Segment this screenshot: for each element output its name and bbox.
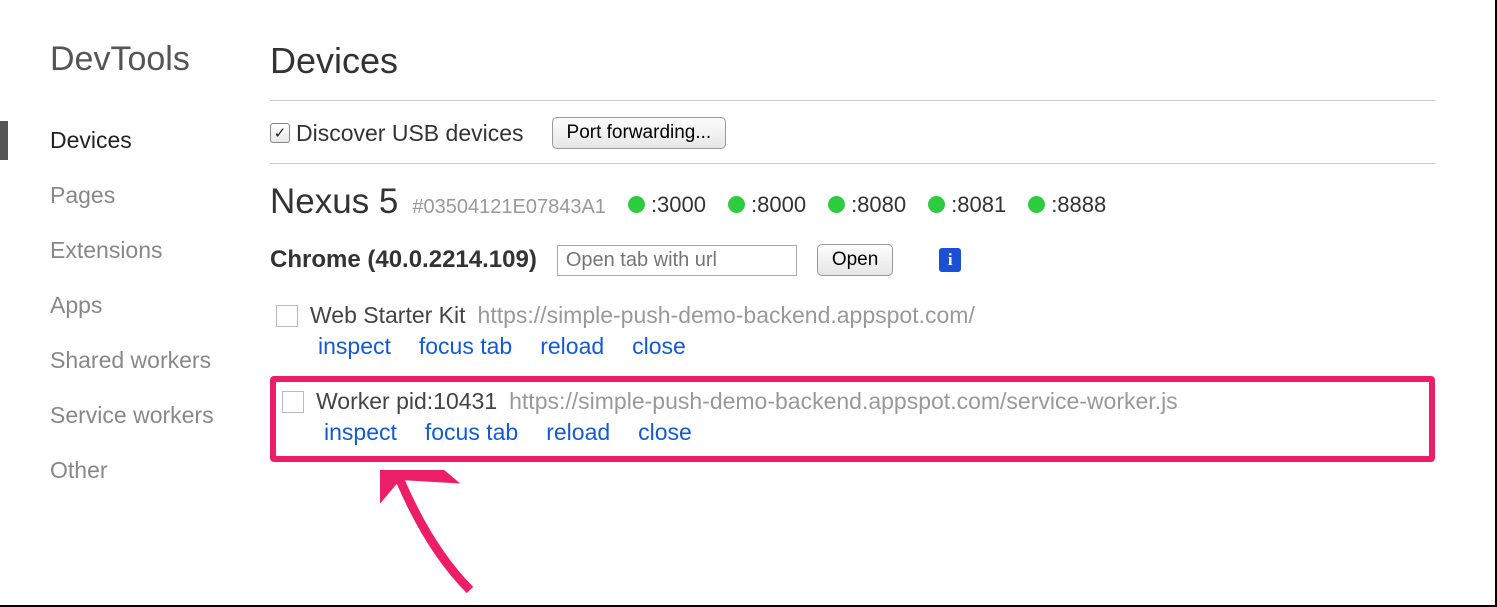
port-badge: :8081 — [928, 192, 1006, 218]
target-url: https://simple-push-demo-backend.appspot… — [509, 388, 1178, 415]
sidebar-item-extensions[interactable]: Extensions — [50, 223, 270, 278]
status-dot-icon — [1028, 196, 1045, 213]
divider — [270, 100, 1435, 101]
sidebar-item-devices[interactable]: Devices — [50, 113, 270, 168]
device-id: #03504121E07843A1 — [412, 196, 606, 219]
discover-usb-checkbox-wrap[interactable]: ✓ Discover USB devices — [270, 120, 524, 147]
status-dot-icon — [728, 196, 745, 213]
sidebar-item-service-workers[interactable]: Service workers — [50, 388, 270, 443]
checkbox-icon: ✓ — [270, 123, 290, 143]
device-name: Nexus 5 — [270, 182, 398, 222]
reload-link[interactable]: reload — [540, 333, 604, 360]
sidebar-item-shared-workers[interactable]: Shared workers — [50, 333, 270, 388]
status-dot-icon — [628, 196, 645, 213]
sidebar-item-other[interactable]: Other — [50, 443, 270, 498]
close-link[interactable]: close — [638, 419, 692, 446]
browser-label: Chrome (40.0.2214.109) — [270, 246, 537, 274]
target-title: Web Starter Kit — [310, 302, 466, 329]
open-tab-url-input[interactable] — [557, 245, 797, 276]
target-title: Worker pid:10431 — [316, 388, 497, 415]
inspect-link[interactable]: inspect — [324, 419, 397, 446]
port-badge: :8080 — [828, 192, 906, 218]
reload-link[interactable]: reload — [546, 419, 610, 446]
divider — [270, 163, 1435, 164]
open-button[interactable]: Open — [817, 244, 893, 276]
port-forwarding-button[interactable]: Port forwarding... — [552, 117, 727, 149]
focus-tab-link[interactable]: focus tab — [419, 333, 512, 360]
target-url: https://simple-push-demo-backend.appspot… — [478, 302, 975, 329]
status-dot-icon — [828, 196, 845, 213]
port-badge: :8888 — [1028, 192, 1106, 218]
sidebar-item-pages[interactable]: Pages — [50, 168, 270, 223]
app-title: DevTools — [50, 40, 270, 79]
port-badge: :8000 — [728, 192, 806, 218]
target-checkbox[interactable] — [282, 391, 304, 413]
device-row: Nexus 5 #03504121E07843A1 :3000 :8000 :8… — [270, 182, 1435, 222]
browser-row: Chrome (40.0.2214.109) Open i — [270, 244, 1435, 276]
target-checkbox[interactable] — [276, 305, 298, 327]
controls-row: ✓ Discover USB devices Port forwarding..… — [270, 117, 1435, 149]
sidebar: DevTools Devices Pages Extensions Apps S… — [0, 40, 270, 498]
close-link[interactable]: close — [632, 333, 686, 360]
info-icon[interactable]: i — [939, 248, 961, 272]
main-content: Devices ✓ Discover USB devices Port forw… — [270, 40, 1495, 498]
sidebar-item-apps[interactable]: Apps — [50, 278, 270, 333]
target-row: Web Starter Kit https://simple-push-demo… — [270, 296, 1435, 370]
status-dot-icon — [928, 196, 945, 213]
focus-tab-link[interactable]: focus tab — [425, 419, 518, 446]
target-row-highlighted: Worker pid:10431 https://simple-push-dem… — [270, 376, 1435, 462]
page-title: Devices — [270, 40, 1435, 82]
inspect-link[interactable]: inspect — [318, 333, 391, 360]
port-badge: :3000 — [628, 192, 706, 218]
discover-usb-label: Discover USB devices — [296, 120, 524, 147]
